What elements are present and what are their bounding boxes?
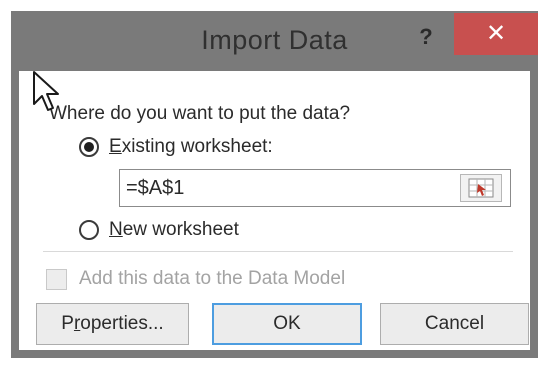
- cancel-button[interactable]: Cancel: [380, 303, 529, 345]
- data-model-label: Add this data to the Data Model: [79, 268, 346, 289]
- destination-prompt: Where do you want to put the data?: [49, 103, 351, 124]
- help-button[interactable]: ?: [407, 21, 445, 53]
- close-icon: ✕: [485, 20, 507, 47]
- section-divider: [43, 251, 513, 252]
- mouse-pointer-icon: [33, 71, 59, 111]
- import-data-dialog: Import Data ? ✕ Where do you want to put…: [11, 11, 538, 358]
- new-worksheet-option[interactable]: New worksheet: [79, 219, 239, 241]
- existing-worksheet-radio[interactable]: [79, 137, 99, 157]
- properties-button[interactable]: Properties...: [36, 303, 189, 345]
- new-worksheet-label: New worksheet: [109, 219, 239, 240]
- title-bar[interactable]: Import Data ? ✕: [11, 11, 538, 71]
- existing-worksheet-option[interactable]: Existing worksheet:: [79, 136, 273, 158]
- collapse-dialog-button[interactable]: [460, 174, 502, 202]
- dialog-body: Where do you want to put the data? Exist…: [19, 71, 530, 350]
- close-button[interactable]: ✕: [454, 13, 538, 55]
- existing-worksheet-label: Existing worksheet:: [109, 136, 273, 157]
- properties-button-label: Properties...: [61, 313, 164, 334]
- new-worksheet-radio[interactable]: [79, 220, 99, 240]
- ok-button[interactable]: OK: [212, 303, 362, 345]
- range-selector-icon: [468, 178, 494, 198]
- data-model-checkbox: [46, 268, 67, 290]
- data-model-option: Add this data to the Data Model: [46, 268, 345, 290]
- cell-reference-box: [119, 169, 511, 207]
- cell-reference-input[interactable]: [121, 171, 455, 205]
